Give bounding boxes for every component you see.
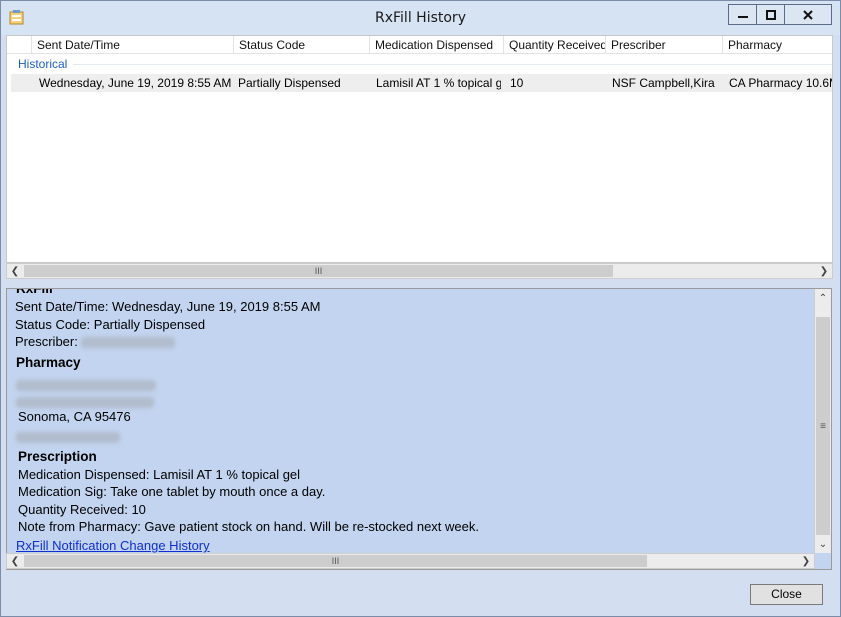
rxfill-detail-panel: RxFill Sent Date/Time: Wednesday, June 1… — [6, 288, 832, 570]
prescriber-label: Prescriber: — [15, 334, 78, 349]
group-divider — [73, 64, 832, 65]
pharmacy-heading: Pharmacy — [16, 355, 81, 370]
title-bar: RxFill History — [1, 1, 840, 35]
column-header-status[interactable]: Status Code — [233, 36, 369, 54]
prescriber-redacted — [81, 337, 176, 349]
minimize-button[interactable] — [729, 5, 757, 24]
cell-status: Partially Dispensed — [238, 76, 341, 90]
group-label[interactable]: Historical — [18, 57, 67, 71]
rxfill-grid: Sent Date/Time Status Code Medication Di… — [6, 35, 833, 263]
grid-scroll-thumb[interactable]: III — [24, 265, 613, 277]
scroll-right-icon[interactable]: ❯ — [798, 554, 814, 568]
sent-line: Sent Date/Time: Wednesday, June 19, 2019… — [15, 299, 321, 314]
pharmacy-address-redacted — [16, 394, 154, 409]
close-button[interactable]: Close — [750, 584, 823, 605]
city-line: Sonoma, CA 95476 — [18, 409, 131, 424]
note-line: Note from Pharmacy: Gave patient stock o… — [18, 519, 479, 534]
column-header-prescriber[interactable]: Prescriber — [605, 36, 722, 54]
prescription-heading: Prescription — [18, 449, 97, 464]
detail-vscroll-thumb[interactable]: ≡ — [816, 317, 830, 535]
close-icon — [803, 9, 813, 20]
column-header-pharmacy[interactable]: Pharmacy — [722, 36, 832, 54]
detail-vertical-scrollbar[interactable]: ⌃ ≡ ⌄ — [814, 289, 831, 553]
rxfill-history-window: RxFill History Sent Date/Time Status Cod… — [0, 0, 841, 617]
close-window-button[interactable] — [785, 5, 831, 24]
detail-horizontal-scrollbar[interactable]: ❮ III ❯ — [6, 553, 815, 569]
scroll-up-icon[interactable]: ⌃ — [815, 290, 831, 306]
cell-pharmacy: CA Pharmacy 10.6MU — [729, 76, 832, 90]
column-header-quantity[interactable]: Quantity Received — [503, 36, 605, 54]
maximize-button[interactable] — [757, 5, 785, 24]
scroll-left-icon[interactable]: ❮ — [7, 554, 23, 568]
sig-line: Medication Sig: Take one tablet by mouth… — [18, 484, 326, 499]
grid-header: Sent Date/Time Status Code Medication Di… — [7, 36, 832, 54]
change-history-link[interactable]: RxFill Notification Change History — [16, 538, 210, 553]
pharmacy-phone-redacted — [16, 429, 120, 444]
status-line: Status Code: Partially Dispensed — [15, 317, 206, 332]
table-row[interactable]: Wednesday, June 19, 2019 8:55 AM Partial… — [11, 74, 832, 92]
pharmacy-name-redacted — [16, 377, 156, 392]
column-header-sent[interactable]: Sent Date/Time — [31, 36, 233, 54]
medication-line: Medication Dispensed: Lamisil AT 1 % top… — [18, 467, 301, 482]
maximize-icon — [765, 9, 776, 20]
section-title: RxFill — [16, 288, 53, 296]
cell-quantity: 10 — [510, 76, 524, 90]
minimize-icon — [737, 15, 748, 18]
detail-scroll-thumb[interactable]: III — [24, 555, 647, 567]
cell-medication: Lamisil AT 1 % topical gel — [376, 76, 501, 90]
cell-sent: Wednesday, June 19, 2019 8:55 AM — [39, 76, 232, 90]
window-title: RxFill History — [375, 10, 466, 26]
scroll-down-icon[interactable]: ⌄ — [815, 536, 831, 552]
prescriber-line: Prescriber: — [15, 334, 176, 349]
cell-prescriber: NSF Campbell,Kira — [612, 76, 715, 90]
grid-horizontal-scrollbar[interactable]: ❮ III ❯ — [6, 263, 833, 279]
scroll-left-icon[interactable]: ❮ — [7, 264, 23, 278]
window-controls — [728, 4, 832, 25]
quantity-line: Quantity Received: 10 — [18, 502, 146, 517]
scroll-right-icon[interactable]: ❯ — [816, 264, 832, 278]
column-header-medication[interactable]: Medication Dispensed — [369, 36, 503, 54]
